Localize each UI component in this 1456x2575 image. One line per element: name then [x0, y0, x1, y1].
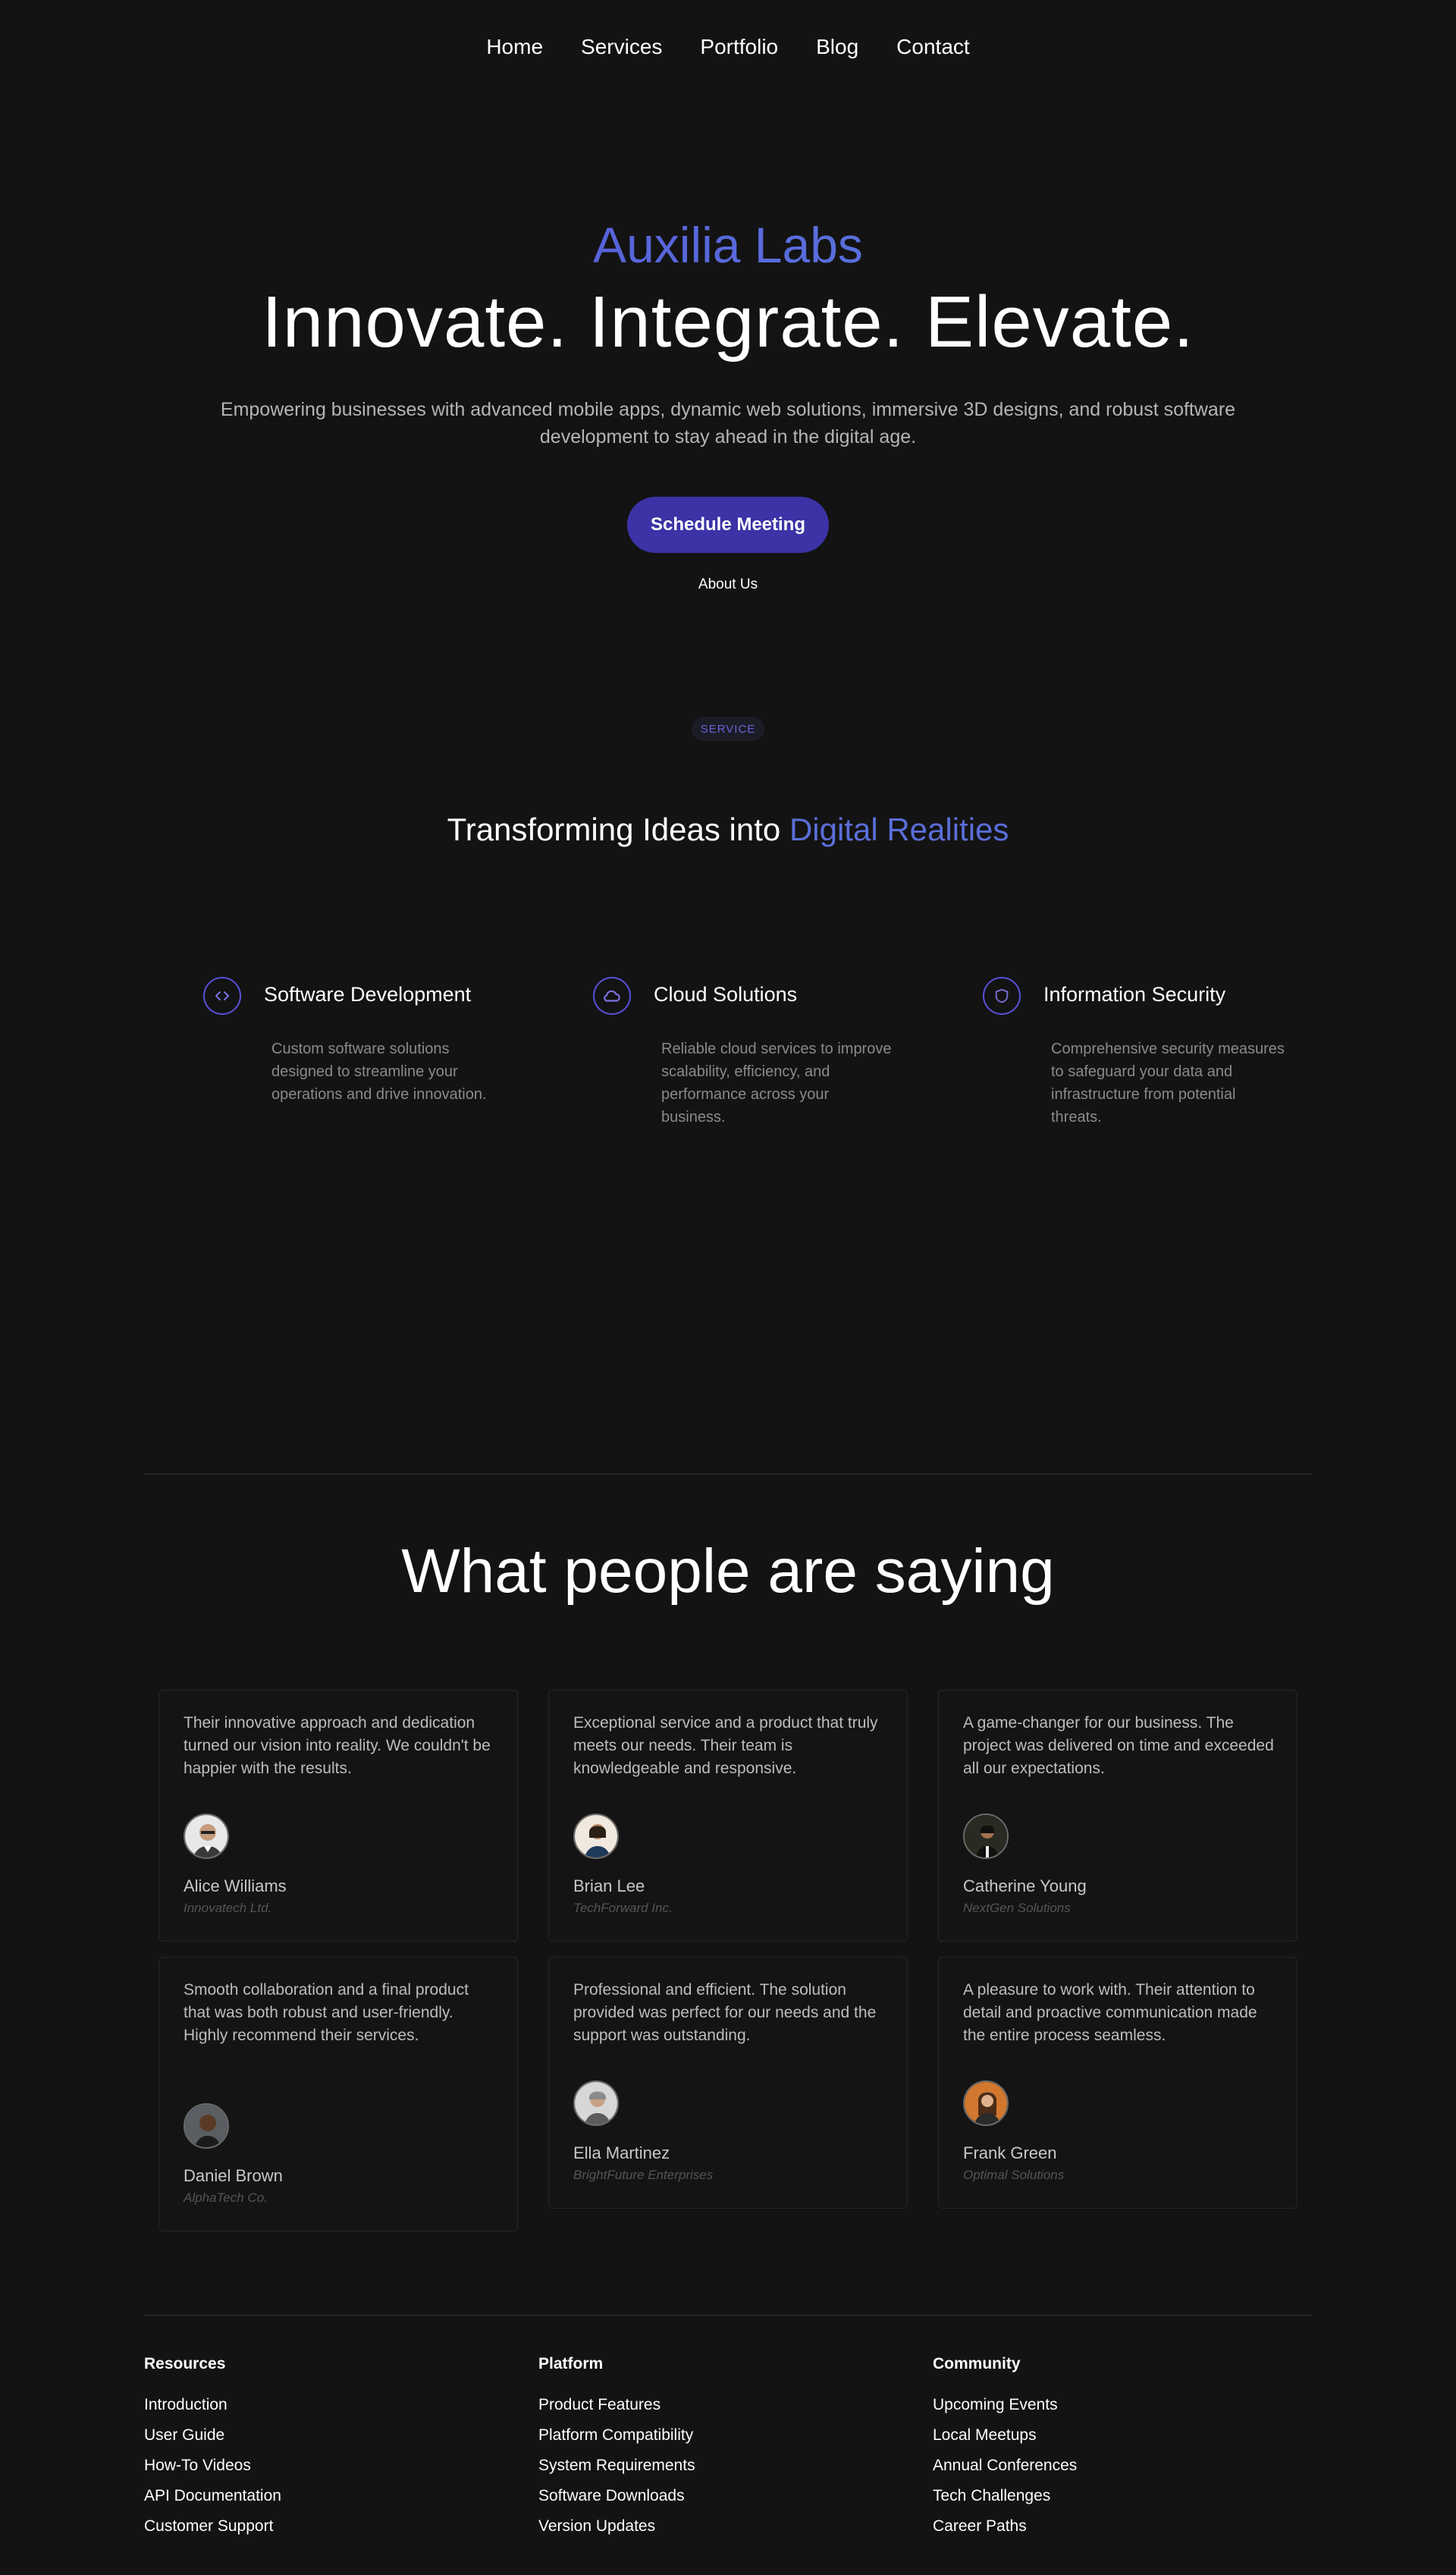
brand-name: Auxilia Labs [0, 216, 1456, 274]
testimonial-name: Brian Lee [573, 1876, 645, 1895]
footer-link[interactable]: Upcoming Events [933, 2390, 1236, 2420]
main-nav: Home Services Portfolio Blog Contact [0, 30, 1456, 64]
footer-link[interactable]: Platform Compatibility [538, 2420, 842, 2451]
footer-heading: Resources [144, 2355, 226, 2372]
footer-link[interactable]: How-To Videos [144, 2451, 447, 2481]
testimonial-company: TechForward Inc. [573, 1901, 673, 1915]
nav-contact[interactable]: Contact [896, 35, 970, 59]
services-title: Transforming Ideas into Digital Realitie… [0, 812, 1456, 848]
testimonial-name: Frank Green [963, 2143, 1057, 2162]
hero-headline: Innovate. Integrate. Elevate. [262, 281, 1194, 363]
testimonial-company: NextGen Solutions [963, 1901, 1071, 1915]
service-name: Cloud Solutions [654, 983, 798, 1006]
testimonial-quote: A game-changer for our business. The pro… [963, 1714, 1274, 1777]
testimonial-company: AlphaTech Co. [184, 2190, 268, 2205]
testimonial-card: Their innovative approach and dedication… [158, 1690, 518, 1942]
about-us-link[interactable]: About Us [0, 576, 1456, 593]
footer-link[interactable]: Customer Support [144, 2511, 447, 2542]
footer-link[interactable]: API Documentation [144, 2481, 447, 2511]
footer-link[interactable]: System Requirements [538, 2451, 842, 2481]
testimonial-name: Daniel Brown [184, 2166, 283, 2185]
testimonial-quote: A pleasure to work with. Their attention… [963, 1981, 1257, 2044]
service-name: Software Development [264, 983, 472, 1006]
footer-link[interactable]: Introduction [144, 2390, 447, 2420]
shield-icon [983, 977, 1021, 1015]
avatar [573, 2080, 619, 2126]
nav-blog[interactable]: Blog [816, 35, 858, 59]
nav-services[interactable]: Services [581, 35, 662, 59]
footer-link[interactable]: Career Paths [933, 2511, 1236, 2542]
schedule-meeting-button[interactable]: Schedule Meeting [627, 497, 829, 553]
code-icon [203, 977, 241, 1015]
hero-lead: Empowering businesses with advanced mobi… [220, 399, 1236, 447]
avatar [963, 1813, 1009, 1859]
testimonial-card: Professional and efficient. The solution… [548, 1957, 908, 2209]
avatar [573, 1813, 619, 1859]
testimonial-name: Ella Martinez [573, 2143, 670, 2162]
avatar [184, 2103, 229, 2149]
footer-divider [144, 2315, 1312, 2316]
footer-column-resources: Resources Introduction User Guide How-To… [144, 2355, 447, 2542]
testimonial-card: A game-changer for our business. The pro… [938, 1690, 1298, 1942]
testimonial-card: Smooth collaboration and a final product… [158, 1957, 518, 2231]
service-name: Information Security [1043, 983, 1226, 1006]
testimonial-company: Innovatech Ltd. [184, 1901, 272, 1915]
footer-link[interactable]: Annual Conferences [933, 2451, 1236, 2481]
footer-link[interactable]: Tech Challenges [933, 2481, 1236, 2511]
footer-link[interactable]: Version Updates [538, 2511, 842, 2542]
testimonial-card: Exceptional service and a product that t… [548, 1690, 908, 1942]
testimonial-quote: Their innovative approach and dedication… [184, 1714, 491, 1777]
service-description: Custom software solutions designed to st… [271, 1041, 487, 1103]
footer-column-platform: Platform Product Features Platform Compa… [538, 2355, 842, 2542]
footer-heading: Community [933, 2355, 1021, 2372]
testimonials-title: What people are saying [401, 1537, 1055, 1606]
cloud-icon [593, 977, 631, 1015]
testimonial-quote: Exceptional service and a product that t… [573, 1714, 878, 1777]
footer-link[interactable]: Product Features [538, 2390, 842, 2420]
nav-portfolio[interactable]: Portfolio [700, 35, 778, 59]
footer-link[interactable]: User Guide [144, 2420, 447, 2451]
testimonial-company: BrightFuture Enterprises [573, 2168, 714, 2182]
testimonial-name: Catherine Young [963, 1876, 1087, 1895]
service-badge: SERVICE [692, 717, 764, 741]
services-title-highlight: Digital Realities [789, 812, 1009, 847]
service-description: Reliable cloud services to improve scala… [661, 1041, 892, 1126]
testimonial-name: Alice Williams [184, 1876, 287, 1895]
testimonial-quote: Professional and efficient. The solution… [573, 1981, 877, 2044]
footer-heading: Platform [538, 2355, 604, 2372]
avatar [963, 2080, 1009, 2126]
testimonial-quote: Smooth collaboration and a final product… [184, 1981, 469, 2044]
testimonial-company: Optimal Solutions [963, 2168, 1065, 2182]
nav-home[interactable]: Home [486, 35, 543, 59]
avatar [184, 1813, 229, 1859]
footer-link[interactable]: Software Downloads [538, 2481, 842, 2511]
service-description: Comprehensive security measures to safeg… [1051, 1041, 1285, 1126]
testimonial-card: A pleasure to work with. Their attention… [938, 1957, 1298, 2209]
footer-column-community: Community Upcoming Events Local Meetups … [933, 2355, 1236, 2542]
footer-link[interactable]: Local Meetups [933, 2420, 1236, 2451]
services-title-plain: Transforming Ideas into [447, 812, 789, 847]
